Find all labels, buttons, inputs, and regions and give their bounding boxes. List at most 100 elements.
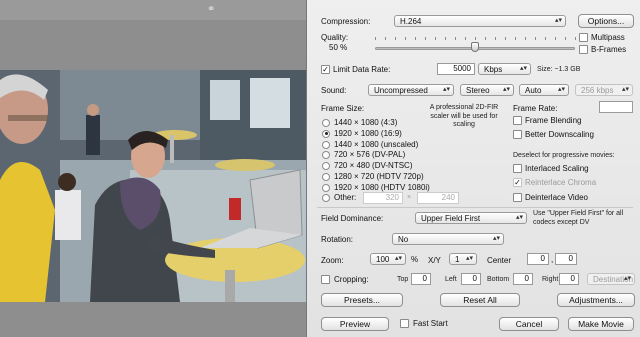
crop-right-input[interactable]: 0 [559, 273, 579, 285]
crop-top-label: Top [397, 276, 409, 283]
frame-size-radio[interactable] [322, 140, 330, 149]
slider-tick [495, 37, 496, 40]
compression-label: Compression: [321, 17, 371, 26]
frame-blending-checkbox[interactable] [513, 116, 522, 125]
slider-tick [475, 37, 476, 40]
slider-tick [535, 37, 536, 40]
slider-tick [425, 37, 426, 40]
frame-size-radio[interactable] [322, 151, 330, 160]
sound-bitrate-value: 256 kbps [581, 86, 614, 95]
popup-arrows-icon: ▴▾ [492, 235, 500, 242]
popup-arrows-icon: ▴▾ [623, 275, 631, 282]
zoom-value: 100 [376, 255, 390, 264]
zoom-center-label: Center [487, 256, 512, 265]
quality-value: 50 % [329, 43, 348, 52]
make-movie-button[interactable]: Make Movie [568, 317, 634, 331]
popup-arrows-icon: ▴▾ [554, 17, 562, 24]
bframes-label: B-Frames [591, 45, 627, 54]
compression-value: H.264 [400, 17, 422, 26]
deinterlace-video-checkbox[interactable] [513, 193, 522, 202]
crop-top-input[interactable]: 0 [411, 273, 431, 285]
zoom-percent: % [411, 255, 419, 264]
interlaced-scaling-checkbox[interactable] [513, 164, 522, 173]
crop-left-input[interactable]: 0 [461, 273, 481, 285]
quality-label: Quality: [321, 33, 349, 42]
slider-tick [385, 37, 386, 40]
options-button[interactable]: Options... [578, 14, 634, 28]
preview-toolbar: ⚭ [0, 0, 306, 20]
crop-bottom-input[interactable]: 0 [513, 273, 533, 285]
frame-size-label: Frame Size: [321, 104, 365, 113]
rotation-select[interactable]: No ▴▾ [392, 233, 504, 245]
frame-size-radio[interactable] [322, 119, 330, 127]
frame-size-option-label: 720 × 480 (DV-NTSC) [334, 161, 413, 171]
sound-label: Sound: [321, 86, 347, 95]
compression-select[interactable]: H.264 ▴▾ [394, 15, 566, 27]
center-x-input[interactable]: 0 [527, 253, 549, 265]
multipass-label: Multipass [591, 33, 625, 42]
fast-start-checkbox[interactable] [400, 319, 409, 328]
frame-size-radio[interactable] [322, 129, 330, 138]
frame-size-radio[interactable] [322, 183, 330, 192]
popup-arrows-icon: ▴▾ [621, 86, 629, 93]
popup-arrows-icon: ▴▾ [394, 255, 402, 262]
video-frame-image [0, 70, 306, 302]
frame-size-option-label: 1280 × 720 (HDTV 720p) [334, 172, 424, 181]
frame-size-radio[interactable] [322, 173, 330, 181]
slider-tick [545, 37, 546, 40]
bframes-checkbox[interactable] [579, 45, 588, 54]
cancel-button[interactable]: Cancel [499, 317, 559, 331]
slider-tick [565, 37, 566, 40]
frame-size-option-label: 1440 × 1080 (4:3) [334, 118, 398, 127]
other-height-input[interactable]: 240 [417, 192, 459, 204]
zoom-xy-value: 1 [455, 255, 460, 264]
deselect-note: Deselect for progressive movies: [513, 152, 615, 159]
presets-button[interactable]: Presets... [321, 293, 403, 307]
sound-rate-value: Auto [525, 86, 542, 95]
reset-all-button[interactable]: Reset All [440, 293, 520, 307]
popup-arrows-icon: ▴▾ [515, 214, 523, 221]
crop-right-label: Right [542, 276, 559, 283]
field-dominance-label: Field Dominance: [321, 214, 384, 223]
other-times-sign: × [407, 194, 412, 201]
cropping-checkbox[interactable] [321, 275, 330, 284]
limit-data-rate-checkbox[interactable] [321, 65, 330, 74]
sound-channels-select[interactable]: Stereo ▴▾ [460, 84, 514, 96]
center-separator: , [551, 255, 554, 264]
crop-left-label: Left [445, 276, 457, 283]
reinterlace-chroma-checkbox[interactable] [513, 178, 522, 187]
better-downscaling-checkbox[interactable] [513, 130, 522, 139]
slider-tick [395, 37, 396, 40]
sound-rate-select[interactable]: Auto ▴▾ [519, 84, 569, 96]
link-icon[interactable]: ⚭ [207, 4, 215, 15]
field-dominance-note: Use "Upper Field First" for all codecs e… [533, 210, 624, 226]
center-y-input[interactable]: 0 [555, 253, 577, 265]
field-dominance-select[interactable]: Upper Field First ▴▾ [415, 212, 527, 224]
zoom-select[interactable]: 100 ▴▾ [370, 253, 406, 265]
sound-bitrate-select[interactable]: 256 kbps ▴▾ [575, 84, 633, 96]
slider-tick [505, 37, 506, 40]
frame-size-other-radio[interactable] [322, 194, 330, 202]
frame-size-radio[interactable] [322, 162, 330, 171]
better-downscaling-label: Better Downscaling [525, 130, 594, 139]
frame-size-option-label: 1440 × 1080 (unscaled) [334, 139, 419, 149]
slider-tick [575, 37, 576, 40]
preview-button[interactable]: Preview [321, 317, 389, 331]
frame-rate-input[interactable] [599, 101, 633, 113]
data-rate-unit-select[interactable]: Kbps ▴▾ [478, 63, 531, 75]
estimated-size: Size: ~1.3 GB [537, 66, 581, 73]
slider-tick [465, 37, 466, 40]
adjustments-button[interactable]: Adjustments... [557, 293, 635, 307]
sound-codec-select[interactable]: Uncompressed ▴▾ [368, 84, 454, 96]
crop-mode-select[interactable]: Destination ▴▾ [587, 273, 635, 285]
popup-arrows-icon: ▴▾ [465, 255, 473, 262]
other-width-input[interactable]: 320 [363, 192, 403, 204]
quality-slider-thumb[interactable] [471, 42, 479, 52]
slider-tick [485, 37, 486, 40]
rotation-label: Rotation: [321, 235, 354, 244]
zoom-xy-select[interactable]: 1 ▴▾ [449, 253, 477, 265]
slider-tick [455, 37, 456, 40]
multipass-checkbox[interactable] [579, 33, 588, 42]
data-rate-input[interactable]: 5000 [437, 63, 475, 75]
popup-arrows-icon: ▴▾ [502, 86, 510, 93]
